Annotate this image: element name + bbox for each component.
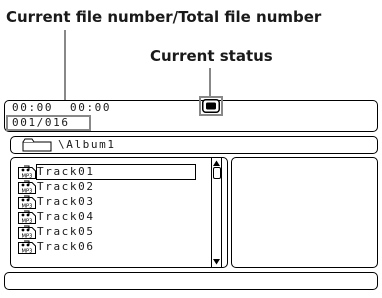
mp3-label: MP3	[22, 189, 33, 194]
mp3-label: MP3	[22, 219, 33, 224]
scrollbar-thumb[interactable]	[213, 167, 221, 179]
mp3-file-icon: MP3	[18, 180, 36, 194]
track-name: Track01	[37, 165, 95, 178]
track-name: Track05	[37, 225, 95, 238]
track-name: Track03	[37, 195, 95, 208]
mp3-label: MP3	[22, 174, 33, 179]
file-number-callout-label: Current file number/Total file number	[6, 8, 322, 26]
mp3-file-icon: MP3	[18, 210, 36, 224]
mp3-file-icon: MP3	[18, 165, 36, 179]
mp3-file-icon: MP3	[18, 195, 36, 209]
track-name: Track06	[37, 240, 95, 253]
scroll-up-arrow-icon[interactable]	[212, 159, 221, 167]
track-name: Track02	[37, 180, 95, 193]
mp3-label: MP3	[22, 234, 33, 239]
mp3-file-icon: MP3	[18, 240, 36, 254]
mp3-label: MP3	[22, 204, 33, 209]
scrollbar[interactable]	[211, 157, 222, 268]
scroll-down-arrow-icon[interactable]	[212, 258, 221, 266]
status-leader-line	[209, 68, 211, 96]
folder-icon	[22, 138, 52, 152]
file-counter-highlight	[6, 115, 91, 131]
mp3-file-icon: MP3	[18, 225, 36, 239]
total-time: 00:00	[70, 101, 112, 114]
message-bar	[4, 272, 378, 290]
elapsed-time: 00:00	[12, 101, 54, 114]
folder-path: \Album1	[58, 138, 116, 151]
track-name: Track04	[37, 210, 95, 223]
mp3-label: MP3	[22, 249, 33, 254]
status-callout-label: Current status	[150, 47, 273, 65]
info-panel	[231, 157, 378, 268]
stop-icon	[202, 99, 220, 113]
